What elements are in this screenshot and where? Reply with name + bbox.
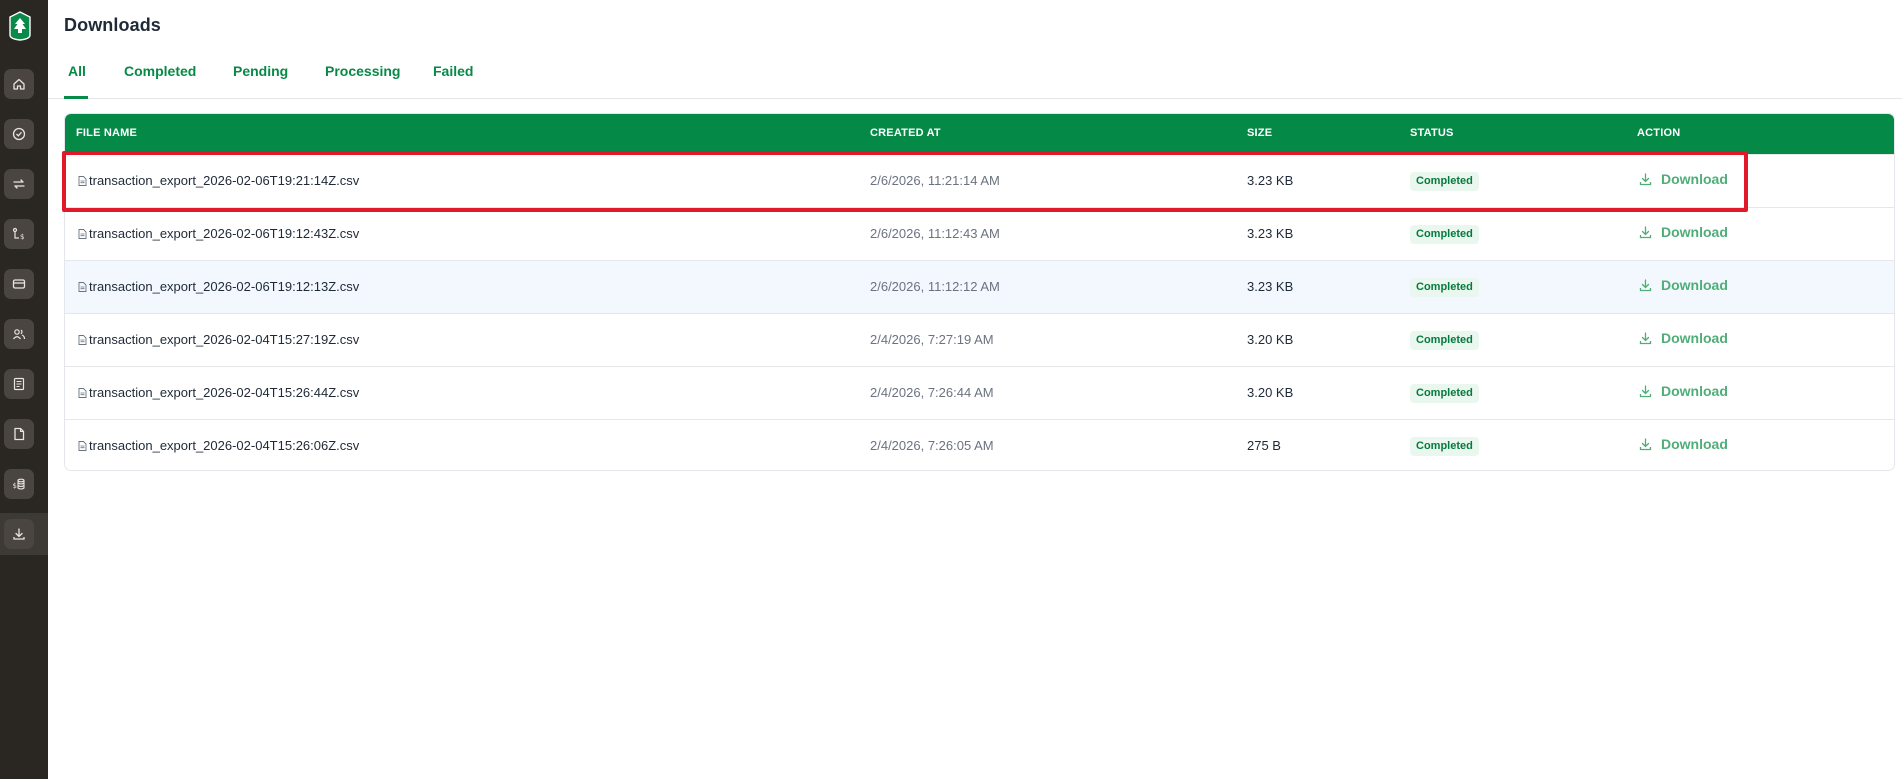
- download-icon: [1639, 278, 1652, 291]
- file-icon: [78, 281, 87, 292]
- file-name-cell: transaction_export_2026-02-04T15:26:06Z.…: [76, 438, 359, 453]
- file-size: 3.20 KB: [1247, 332, 1294, 347]
- download-label: Download: [1661, 277, 1728, 293]
- status-badge: Completed: [1410, 278, 1479, 297]
- check-circle-icon: [12, 127, 26, 141]
- file-icon: [78, 387, 87, 398]
- svg-text:$: $: [13, 482, 17, 490]
- file-name: transaction_export_2026-02-04T15:26:44Z.…: [89, 385, 360, 400]
- card-icon: [12, 279, 26, 289]
- file-size: 3.23 KB: [1247, 279, 1294, 294]
- status-badge: Completed: [1410, 437, 1479, 456]
- users-icon: [13, 329, 26, 340]
- file-size: 275 B: [1247, 438, 1281, 453]
- download-label: Download: [1661, 330, 1728, 346]
- created-at: 2/6/2026, 11:12:12 AM: [870, 279, 1000, 294]
- table-row: transaction_export_2026-02-06T19:12:13Z.…: [65, 260, 1894, 313]
- tab-processing[interactable]: Processing: [325, 63, 400, 79]
- document-icon: [14, 427, 25, 441]
- file-icon: [78, 440, 87, 451]
- sidebar-item-statements[interactable]: [4, 369, 34, 399]
- table-row: transaction_export_2026-02-06T19:12:43Z.…: [65, 207, 1894, 260]
- created-at: 2/6/2026, 11:12:43 AM: [870, 226, 1000, 241]
- tabs-divider: [48, 98, 1902, 99]
- sidebar-item-transfers[interactable]: [4, 169, 34, 199]
- download-label: Download: [1661, 436, 1728, 452]
- sidebar-item-documents[interactable]: [4, 419, 34, 449]
- download-button[interactable]: Download: [1638, 224, 1728, 240]
- tab-pending[interactable]: Pending: [233, 63, 288, 79]
- status-badge: Completed: [1410, 172, 1479, 191]
- download-label: Download: [1661, 383, 1728, 399]
- file-size: 3.23 KB: [1247, 173, 1294, 188]
- created-at: 2/4/2026, 7:26:44 AM: [870, 385, 994, 400]
- file-size: 3.23 KB: [1247, 226, 1294, 241]
- created-at: 2/4/2026, 7:27:19 AM: [870, 332, 994, 347]
- column-header-created-at: CREATED AT: [870, 127, 941, 139]
- page-title: Downloads: [64, 15, 161, 35]
- file-name: transaction_export_2026-02-04T15:26:06Z.…: [89, 438, 360, 453]
- tab-active-indicator: [64, 96, 88, 99]
- download-icon: [1639, 172, 1652, 185]
- table-row: transaction_export_2026-02-04T15:26:06Z.…: [65, 419, 1894, 470]
- table-header: FILE NAME CREATED AT SIZE STATUS ACTION: [65, 114, 1894, 154]
- receipt-icon: [13, 377, 25, 391]
- sidebar-item-users[interactable]: [4, 319, 34, 349]
- column-header-file-name: FILE NAME: [76, 127, 138, 139]
- download-button[interactable]: Download: [1638, 277, 1728, 293]
- tab-all[interactable]: All: [68, 63, 86, 79]
- transfer-arrows-icon: [13, 179, 25, 189]
- file-icon: [78, 228, 87, 239]
- download-icon: [13, 528, 25, 540]
- download-button[interactable]: Download: [1638, 171, 1728, 187]
- file-name: transaction_export_2026-02-06T19:12:13Z.…: [89, 279, 360, 294]
- sidebar-item-payments[interactable]: $: [4, 219, 34, 249]
- file-icon: [78, 334, 87, 345]
- file-name-cell: transaction_export_2026-02-06T19:21:14Z.…: [76, 173, 359, 188]
- file-size: 3.20 KB: [1247, 385, 1294, 400]
- table-row: transaction_export_2026-02-04T15:26:44Z.…: [65, 366, 1894, 419]
- tab-failed[interactable]: Failed: [433, 63, 473, 79]
- file-name: transaction_export_2026-02-06T19:21:14Z.…: [89, 173, 360, 188]
- status-badge: Completed: [1410, 331, 1479, 350]
- tab-completed[interactable]: Completed: [124, 63, 196, 79]
- status-badge: Completed: [1410, 225, 1479, 244]
- download-button[interactable]: Download: [1638, 436, 1728, 452]
- download-label: Download: [1661, 224, 1728, 240]
- svg-text:$: $: [20, 233, 24, 241]
- sidebar-item-cards[interactable]: [4, 269, 34, 299]
- created-at: 2/4/2026, 7:26:05 AM: [870, 438, 994, 453]
- download-icon: [1639, 225, 1652, 238]
- table-row: transaction_export_2026-02-06T19:21:14Z.…: [65, 154, 1894, 207]
- file-name: transaction_export_2026-02-04T15:27:19Z.…: [89, 332, 360, 347]
- file-name-cell: transaction_export_2026-02-06T19:12:13Z.…: [76, 279, 359, 294]
- sidebar-item-home[interactable]: [4, 69, 34, 99]
- sidebar-item-approvals[interactable]: [4, 119, 34, 149]
- download-icon: [1639, 331, 1652, 344]
- logo-icon: [9, 11, 31, 41]
- file-icon: [78, 175, 87, 186]
- home-icon: [13, 78, 25, 90]
- file-name: transaction_export_2026-02-06T19:12:43Z.…: [89, 226, 360, 241]
- file-name-cell: transaction_export_2026-02-04T15:27:19Z.…: [76, 332, 359, 347]
- sidebar-item-downloads[interactable]: [4, 519, 34, 549]
- download-icon: [1639, 437, 1652, 450]
- table-row: transaction_export_2026-02-04T15:27:19Z.…: [65, 313, 1894, 366]
- file-name-cell: transaction_export_2026-02-04T15:26:44Z.…: [76, 385, 359, 400]
- download-button[interactable]: Download: [1638, 330, 1728, 346]
- created-at: 2/6/2026, 11:21:14 AM: [870, 173, 1000, 188]
- download-label: Download: [1661, 171, 1728, 187]
- download-button[interactable]: Download: [1638, 383, 1728, 399]
- column-header-action: ACTION: [1637, 127, 1681, 139]
- column-header-status: STATUS: [1410, 127, 1454, 139]
- download-icon: [1639, 384, 1652, 397]
- downloads-table: FILE NAME CREATED AT SIZE STATUS ACTION …: [64, 113, 1895, 471]
- sidebar-item-accounts[interactable]: $: [4, 469, 34, 499]
- column-header-size: SIZE: [1247, 127, 1273, 139]
- route-dollar-icon: $: [12, 227, 24, 241]
- file-name-cell: transaction_export_2026-02-06T19:12:43Z.…: [76, 226, 359, 241]
- dollar-stack-icon: $: [13, 478, 25, 490]
- status-badge: Completed: [1410, 384, 1479, 403]
